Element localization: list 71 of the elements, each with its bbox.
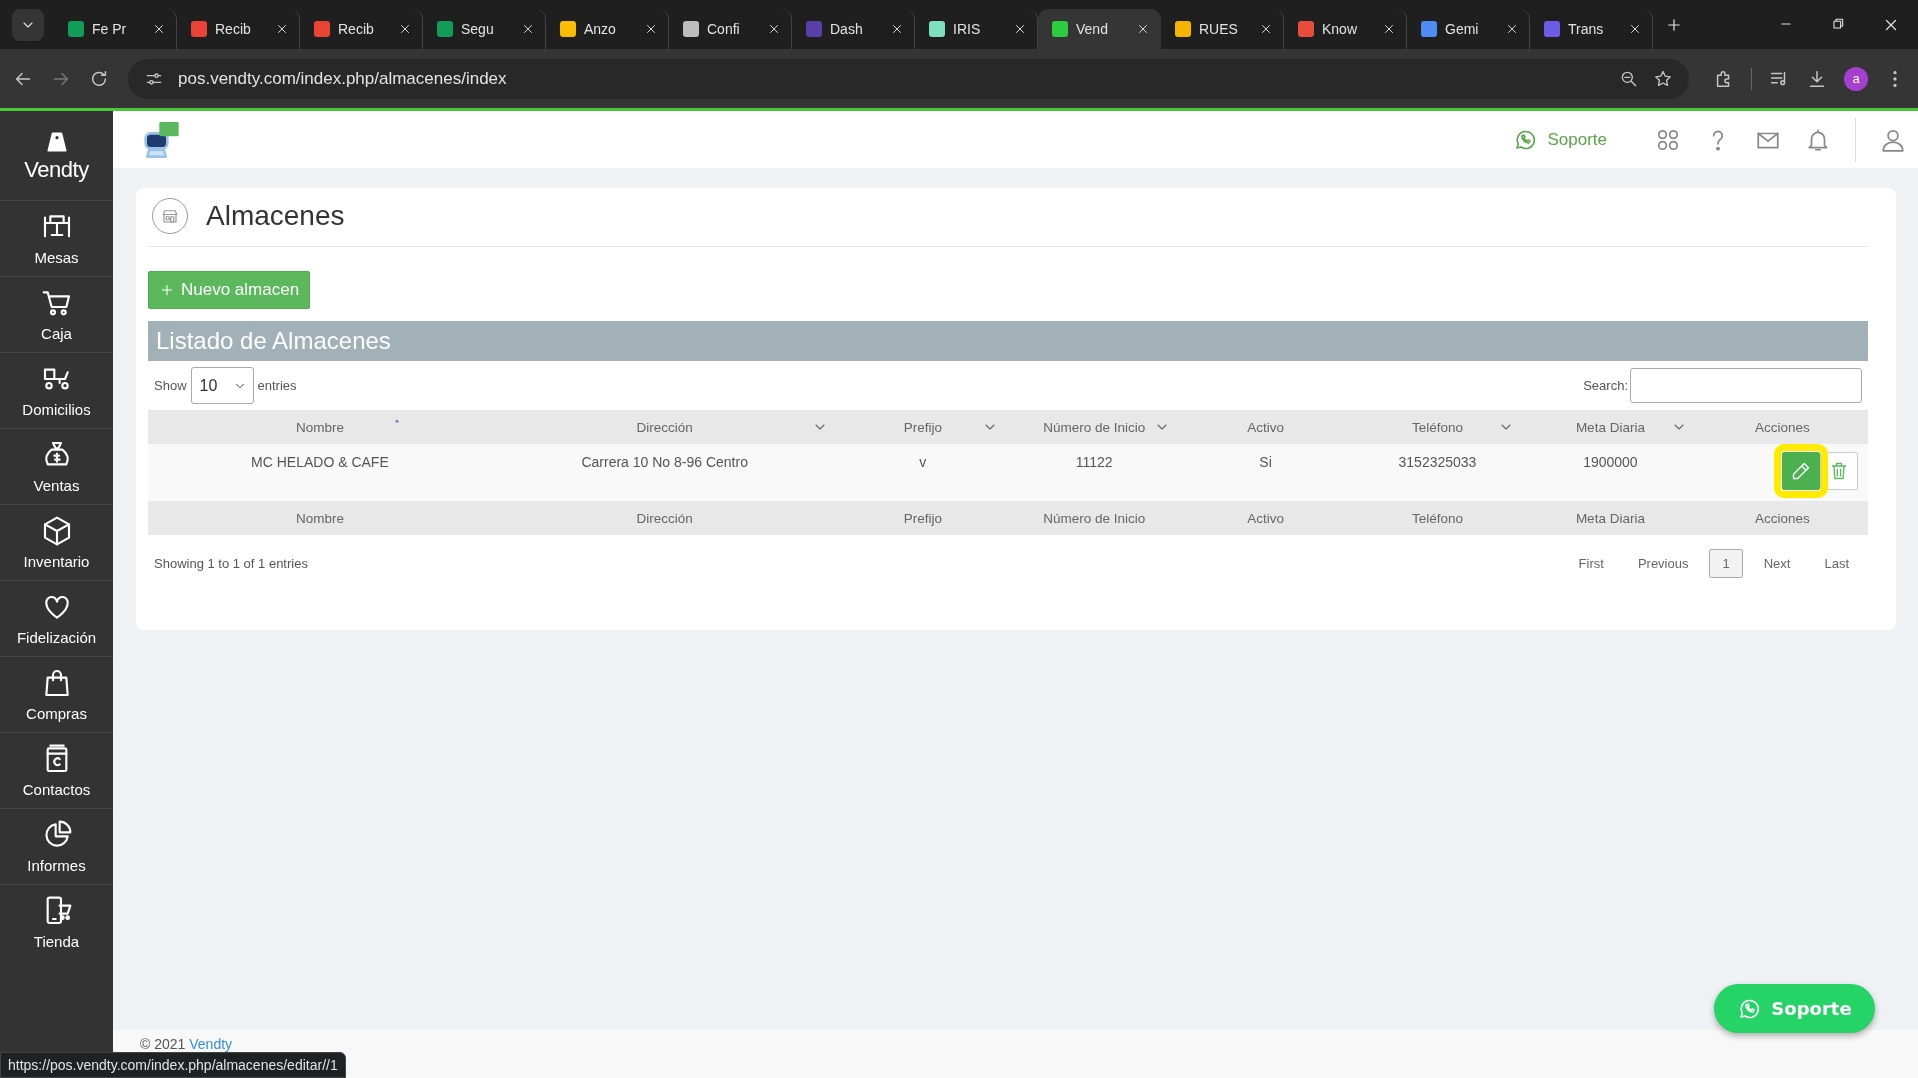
plus-icon: [159, 282, 175, 298]
close-icon[interactable]: [1628, 22, 1642, 36]
copyright-text: © 2021 Vendty: [140, 1036, 233, 1052]
sidebar-item[interactable]: Informes: [0, 808, 113, 884]
table-cell-text: Si: [1258, 453, 1273, 470]
table-cell-text: MC HELADO & CAFE: [250, 453, 390, 470]
section-title: Listado de Almacenes: [148, 321, 1868, 361]
close-icon[interactable]: [644, 22, 658, 36]
column-header: Activo: [1246, 418, 1285, 437]
sidebar-item[interactable]: Contactos: [0, 732, 113, 808]
brand-logo: Vendty: [24, 156, 89, 183]
close-icon[interactable]: [1136, 22, 1150, 36]
page-size-select[interactable]: 10: [190, 367, 254, 404]
column-header[interactable]: Nombre: [148, 410, 492, 444]
profile-avatar[interactable]: a: [1844, 66, 1868, 91]
sidebar-item[interactable]: Caja: [0, 276, 113, 352]
table-info: Showing 1 to 1 of 1 entries: [154, 556, 308, 571]
column-header[interactable]: Número de Inicio: [1008, 410, 1181, 444]
column-header[interactable]: Teléfono: [1350, 410, 1525, 444]
close-icon[interactable]: [398, 22, 412, 36]
sidebar-item[interactable]: Inventario: [0, 504, 113, 580]
column-header[interactable]: Dirección: [491, 410, 838, 444]
pagination-button[interactable]: First: [1565, 549, 1617, 578]
status-url: https://pos.vendty.com/index.php/almacenes/editar//1: [0, 1052, 346, 1078]
pencil-icon: [1791, 461, 1811, 481]
pagination-button[interactable]: Last: [1811, 549, 1862, 578]
close-icon[interactable]: [152, 22, 166, 36]
tab-search-button[interactable]: [12, 8, 44, 41]
show-label: Show: [154, 378, 187, 393]
close-icon[interactable]: [1259, 22, 1273, 36]
close-icon[interactable]: [890, 22, 904, 36]
column-header: Acciones: [1753, 418, 1811, 437]
close-icon[interactable]: [1013, 22, 1027, 36]
sidebar-item[interactable]: Domicilios: [0, 352, 113, 428]
column-footer: Nombre: [148, 510, 492, 526]
column-header[interactable]: Prefijo: [837, 410, 1008, 444]
store-icon: [161, 207, 179, 225]
sidebar-item[interactable]: Fidelización: [0, 580, 113, 656]
table-cell-text: 1900000: [1582, 453, 1639, 470]
star-icon[interactable]: [1653, 68, 1673, 89]
search-field[interactable]: [1630, 368, 1862, 403]
close-icon[interactable]: [767, 22, 781, 36]
sidebar-item[interactable]: Tienda: [0, 884, 113, 960]
column-footer: Número de Inicio: [1008, 510, 1181, 526]
table-cell-text: Carrera 10 No 8-96 Centro: [580, 453, 749, 470]
close-icon[interactable]: [275, 22, 289, 36]
column-header[interactable]: Meta Diaria: [1524, 410, 1697, 444]
address-bar[interactable]: pos.vendty.com/index.php/almacenes/index: [128, 58, 1689, 99]
sidebar-item[interactable]: Compras: [0, 656, 113, 732]
sidebar-item[interactable]: Ventas: [0, 428, 113, 504]
pagination-button[interactable]: Next: [1750, 549, 1804, 578]
table-cell-text: 3152325033: [1397, 453, 1478, 470]
search-label: Search:: [1583, 378, 1628, 393]
sidebar-item[interactable]: Mesas: [0, 200, 113, 276]
entries-label: entries: [257, 378, 297, 393]
pagination-button[interactable]: 1: [1709, 549, 1743, 578]
column-footer: Activo: [1180, 510, 1351, 526]
column-footer: Acciones: [1696, 510, 1868, 526]
browser-tab[interactable]: Vend: [1038, 9, 1161, 49]
pagination-button[interactable]: Previous: [1624, 549, 1702, 578]
close-icon[interactable]: [1382, 22, 1396, 36]
table-cell-text: v: [918, 453, 928, 470]
column-footer: Prefijo: [837, 510, 1008, 526]
close-icon[interactable]: [521, 22, 535, 36]
close-icon[interactable]: [1505, 22, 1519, 36]
column-footer: Meta Diaria: [1524, 510, 1697, 526]
page-title: Almacenes: [206, 200, 345, 232]
table-cell-text: 11122: [1074, 453, 1114, 470]
trash-icon: [1829, 461, 1849, 481]
column-footer: Dirección: [491, 510, 838, 526]
column-footer: Teléfono: [1350, 510, 1525, 526]
